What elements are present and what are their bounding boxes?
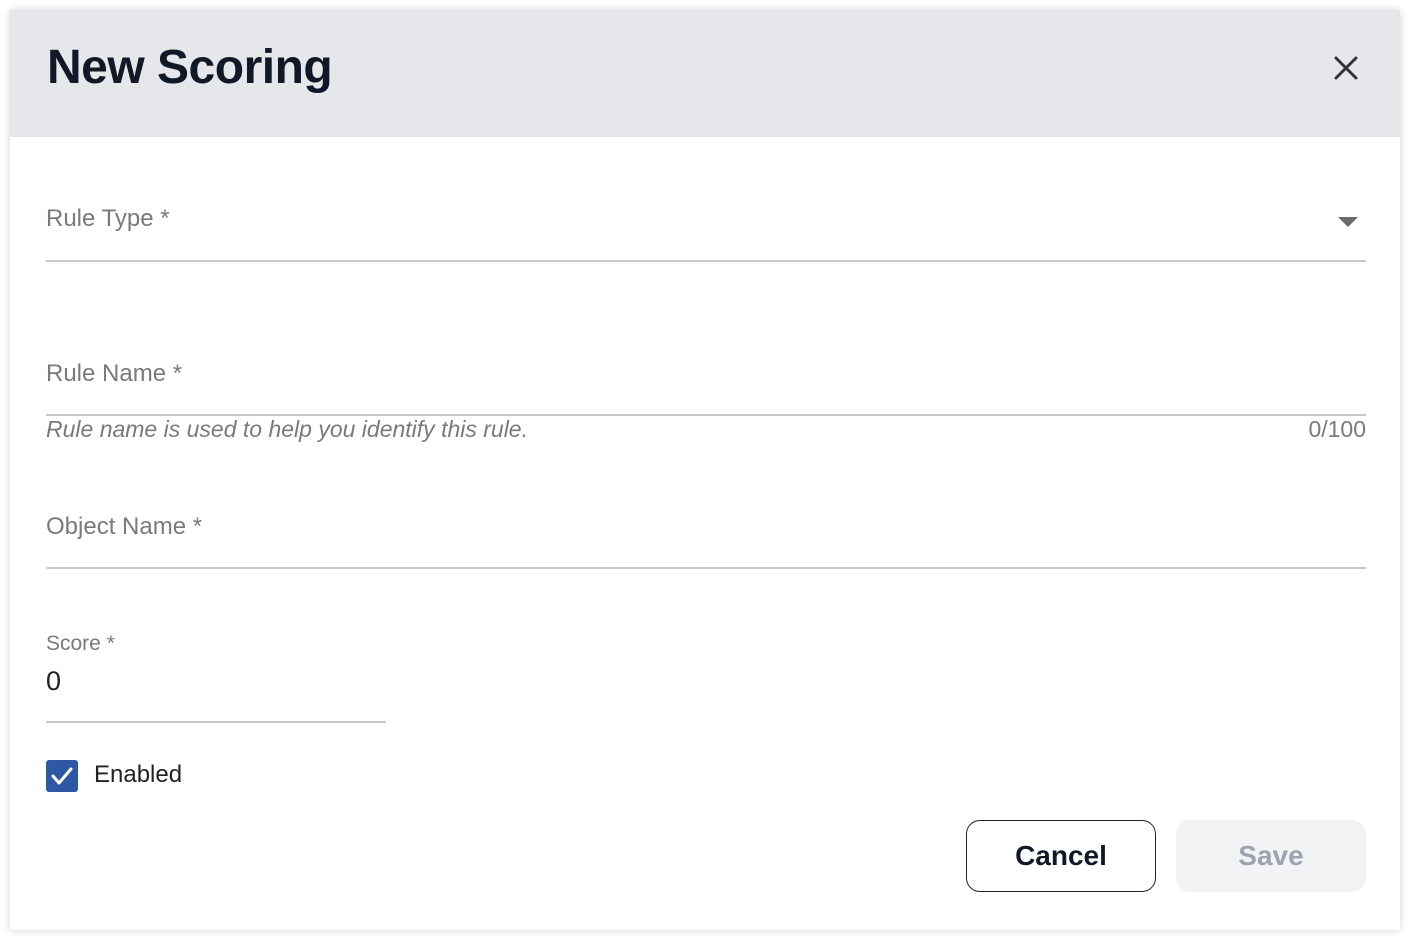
rule-name-hint: Rule name is used to help you identify t…: [46, 416, 528, 442]
check-icon: [51, 767, 73, 785]
dialog-header: New Scoring: [10, 10, 1400, 137]
dialog-title: New Scoring: [47, 41, 333, 94]
save-button[interactable]: Save: [1176, 820, 1366, 892]
close-icon: [1334, 56, 1358, 80]
score-label: Score *: [46, 632, 115, 655]
rule-name-input[interactable]: Rule Name *: [46, 360, 1366, 416]
object-name-label: Object Name *: [46, 513, 203, 540]
cancel-button[interactable]: Cancel: [966, 820, 1156, 892]
new-scoring-dialog: New Scoring Rule Type * Rule Name * Rule…: [10, 10, 1400, 930]
enabled-label: Enabled: [94, 761, 183, 788]
close-button[interactable]: [1326, 48, 1366, 88]
rule-type-select[interactable]: Rule Type *: [46, 205, 1366, 262]
score-value[interactable]: 0: [46, 666, 61, 697]
rule-name-label: Rule Name *: [46, 360, 183, 387]
rule-name-counter: 0/100: [1308, 416, 1366, 442]
score-input[interactable]: Score * 0: [46, 630, 386, 723]
enabled-checkbox[interactable]: [46, 760, 78, 792]
chevron-down-icon[interactable]: [1338, 217, 1358, 227]
object-name-input[interactable]: Object Name *: [46, 513, 1366, 569]
rule-type-label: Rule Type *: [46, 205, 170, 232]
